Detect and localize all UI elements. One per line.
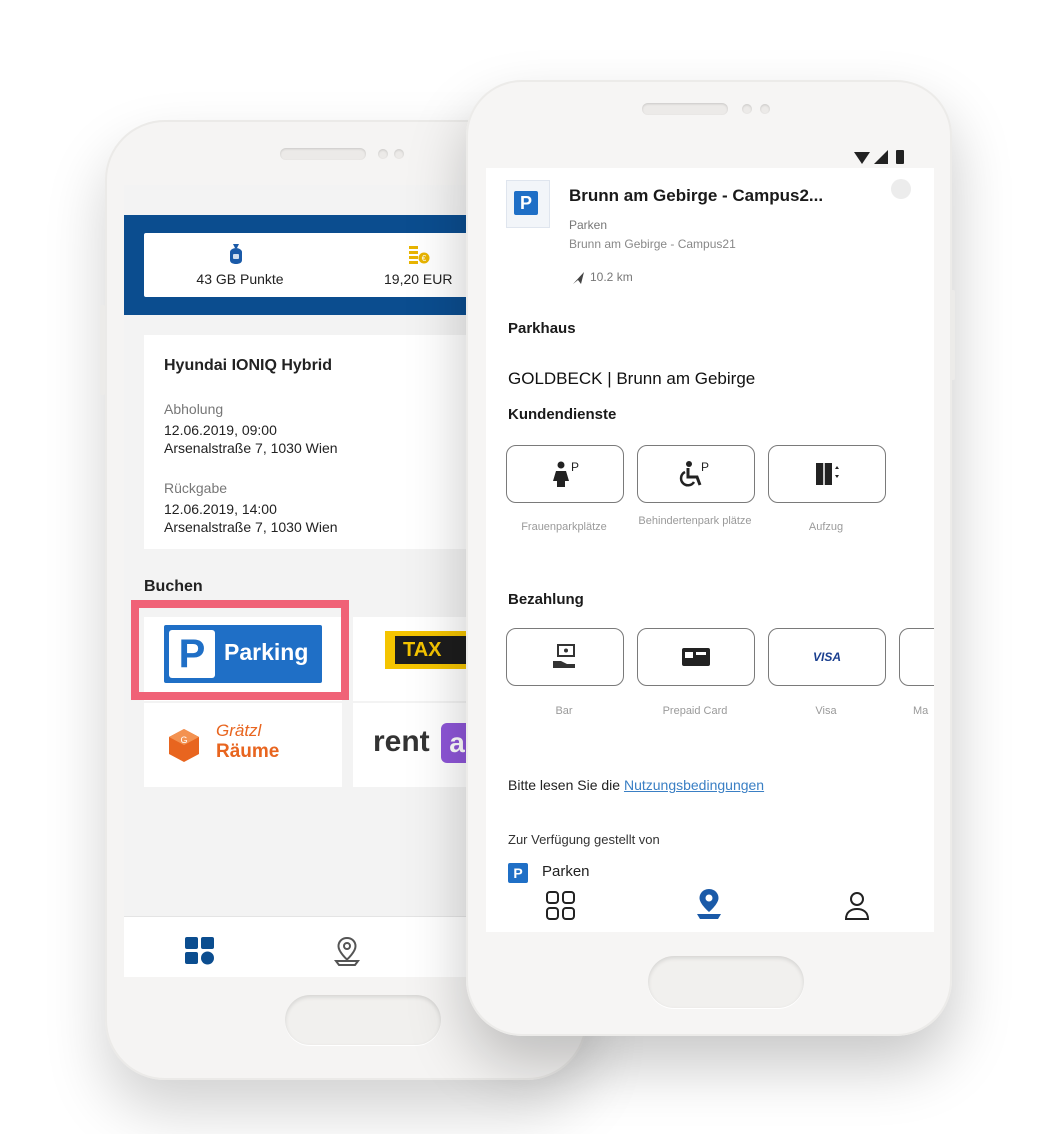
service-caption: Behindertenpark plätze [638,515,752,527]
dashboard-outline-icon[interactable] [544,889,578,923]
close-icon[interactable] [890,178,912,200]
place-subtitle: Brunn am Gebirge - Campus21 [569,237,736,251]
service-caption: Frauenparkplätze [521,521,607,533]
book-heading: Buchen [144,578,203,595]
return-address: Arsenalstraße 7, 1030 Wien [164,519,338,535]
service-female-parking: P [506,445,624,503]
back-tab-bar [124,916,470,977]
back-phone-side-button [100,305,105,395]
front-phone-speaker [642,103,728,115]
front-phone-screen: P Brunn am Gebirge - Campus2... Parken B… [486,138,934,932]
return-datetime: 12.06.2019, 14:00 [164,501,277,517]
payment-caption: Bar [555,705,573,717]
payment-mastercard [899,628,934,686]
reservation-card[interactable]: Hyundai IONIQ Hybrid Abholung 12.06.2019… [144,335,470,549]
navigation-arrow-icon [573,272,584,284]
graetzl-top-label: Grätzl [216,721,262,740]
money-bag-icon [230,244,242,264]
payment-heading: Bezahlung [508,591,584,608]
cash-icon [553,644,575,668]
coins-icon: € [409,246,430,264]
operator-label: GOLDBECK | Brunn am Gebirge [508,369,756,388]
pickup-address: Arsenalstraße 7, 1030 Wien [164,440,338,456]
back-phone-camera [378,149,388,159]
pickup-datetime: 12.06.2019, 09:00 [164,422,277,438]
profile-icon[interactable] [842,889,872,923]
front-phone-camera [742,104,752,114]
elevator-icon [816,463,839,485]
place-icon-frame: P [506,180,550,228]
prepaid-card-icon [682,648,710,666]
back-phone-speaker [280,148,366,160]
graetzl-tile[interactable]: G Grätzl Räume [144,703,342,787]
payment-cash [506,628,624,686]
female-parking-icon: P [553,460,579,487]
back-phone-home-button [285,995,441,1045]
rent-tile[interactable]: rent a [353,703,470,787]
services-heading: Kundendienste [508,406,617,423]
back-phone-sensor [394,149,404,159]
payment-visa: VISA [768,628,886,686]
front-tab-bar [486,883,934,932]
payment-caption: Visa [815,705,837,717]
parking-highlight-frame [131,600,349,700]
provided-by-label: Zur Verfügung gestellt von [508,832,660,847]
type-heading: Parkhaus [508,320,576,337]
payment-caption: Prepaid Card [662,705,728,717]
taxi-label: TAX [395,636,470,664]
provider-p-icon: P [508,863,528,883]
money-label: 19,20 EUR [384,271,453,287]
place-p-icon: P [514,191,538,215]
terms-prefix: Bitte lesen Sie die [508,777,624,793]
wallet-card[interactable]: 43 GB Punkte € 19,20 EUR [144,233,470,297]
provider-name[interactable]: Parken [542,863,590,880]
pickup-label: Abholung [164,401,224,417]
terms-text: Bitte lesen Sie die Nutzungsbedingungen [508,777,764,793]
points-label: 43 GB Punkte [196,271,284,287]
front-phone-side-button [950,290,955,380]
car-title: Hyundai IONIQ Hybrid [164,357,333,374]
service-disabled-parking: P [637,445,755,503]
status-bar [486,138,934,168]
disabled-parking-icon: P [679,460,709,487]
return-label: Rückgabe [164,480,228,496]
svg-text:P: P [571,460,579,474]
place-distance: 10.2 km [590,270,633,284]
place-title: Brunn am Gebirge - Campus2... [569,186,824,205]
visa-icon: VISA [812,650,841,664]
back-phone-screen: 43 GB Punkte € 19,20 EUR Hyundai IONIQ H… [124,185,470,977]
svg-text:€: € [422,254,427,263]
place-category: Parken [569,218,608,232]
dashboard-icon[interactable] [184,936,216,966]
front-phone-sensor [760,104,770,114]
terms-link[interactable]: Nutzungsbedingungen [624,777,764,793]
service-elevator [768,445,886,503]
status-icons [854,150,904,164]
map-pin-active-icon[interactable] [692,887,726,921]
front-phone-home-button [648,956,804,1008]
graetzl-bottom-label: Räume [216,741,280,762]
taxi-logo: TAX [385,631,470,669]
taxi-tile[interactable]: TAX [353,617,470,701]
svg-text:P: P [701,460,709,474]
payment-caption: Ma [913,705,929,717]
graetzl-cube-icon: G [169,729,199,762]
payment-prepaid [637,628,755,686]
svg-text:G: G [180,735,187,745]
rent-label: rent [373,725,430,758]
map-pin-icon[interactable] [331,935,363,967]
service-caption: Aufzug [808,521,844,533]
